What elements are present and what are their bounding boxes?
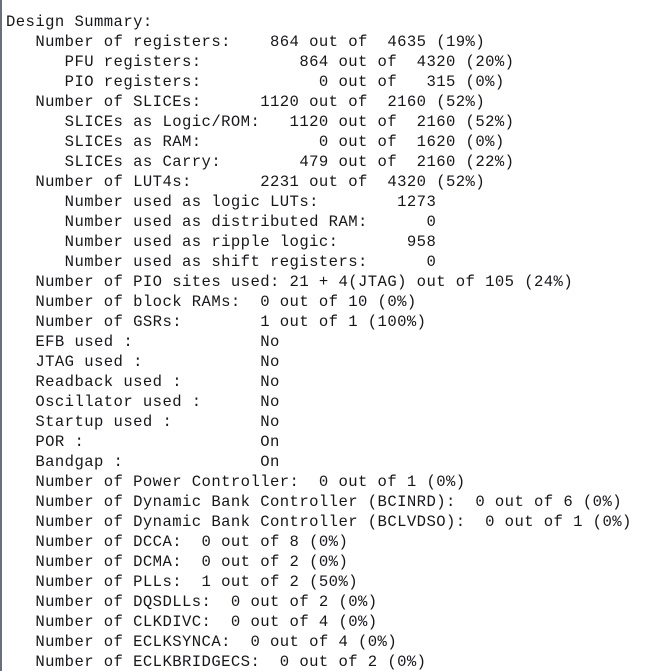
report-line: Number of PIO sites used: 21 + 4(JTAG) o… [6,273,574,291]
report-line: Number of ECLKSYNCA: 0 out of 4 (0%) [6,633,398,651]
report-line: Number of DCMA: 0 out of 2 (0%) [6,553,349,571]
report-line: SLICEs as Carry: 479 out of 2160 (22%) [6,153,515,171]
report-line: Number of Power Controller: 0 out of 1 (… [6,473,466,491]
report-line: Number of DQSDLLs: 0 out of 2 (0%) [6,593,378,611]
report-title-line: Design Summary: [6,13,153,31]
report-line: Number of Dynamic Bank Controller (BCLVD… [6,513,632,531]
report-line: SLICEs as Logic/ROM: 1120 out of 2160 (5… [6,113,515,131]
design-summary-log-text[interactable]: Design Summary: Number of registers: 864… [2,0,670,672]
report-line: Number used as shift registers: 0 [6,253,437,271]
report-line: Number used as ripple logic: 958 [6,233,437,251]
report-line: Number of GSRs: 1 out of 1 (100%) [6,313,427,331]
report-line: Number used as distributed RAM: 0 [6,213,437,231]
report-line: Number of SLICEs: 1120 out of 2160 (52%) [6,93,486,111]
report-line: Bandgap : On [6,453,280,471]
report-line: Number of DCCA: 0 out of 8 (0%) [6,533,349,551]
report-line: Number of LUT4s: 2231 out of 4320 (52%) [6,173,486,191]
report-line: JTAG used : No [6,353,280,371]
report-line: Oscillator used : No [6,393,280,411]
report-line: PFU registers: 864 out of 4320 (20%) [6,53,515,71]
report-line: Readback used : No [6,373,280,391]
report-line: PIO registers: 0 out of 315 (0%) [6,73,505,91]
report-line: Number of Dynamic Bank Controller (BCINR… [6,493,622,511]
report-line: Number of block RAMs: 0 out of 10 (0%) [6,293,417,311]
report-line: SLICEs as RAM: 0 out of 1620 (0%) [6,133,505,151]
report-line: Number of ECLKBRIDGECS: 0 out of 2 (0%) [6,653,427,671]
report-line: POR : On [6,433,280,451]
report-line: Startup used : No [6,413,280,431]
report-line: EFB used : No [6,333,280,351]
report-line: Number of registers: 864 out of 4635 (19… [6,33,486,51]
report-line: Number of PLLs: 1 out of 2 (50%) [6,573,358,591]
design-summary-report-panel: Design Summary: Number of registers: 864… [0,0,670,671]
report-line: Number used as logic LUTs: 1273 [6,193,437,211]
report-line: Number of CLKDIVC: 0 out of 4 (0%) [6,613,378,631]
